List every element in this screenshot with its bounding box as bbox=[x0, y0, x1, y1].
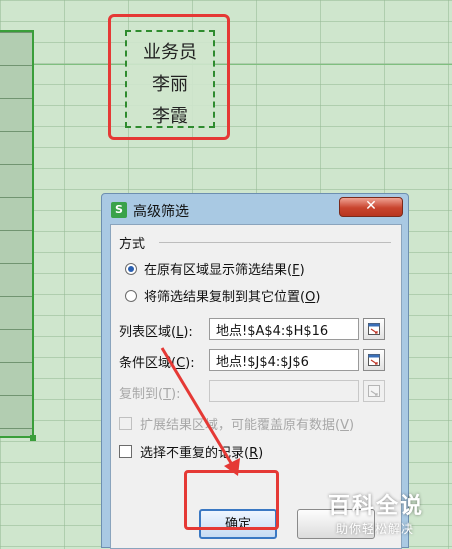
watermark-title: 百科全说 bbox=[328, 494, 425, 519]
watermark-subtitle: 助你轻松解决 bbox=[336, 522, 415, 536]
watermark-logo: 百科全说 助你轻松解决 bbox=[320, 482, 452, 548]
annotation-arrow bbox=[160, 347, 240, 476]
